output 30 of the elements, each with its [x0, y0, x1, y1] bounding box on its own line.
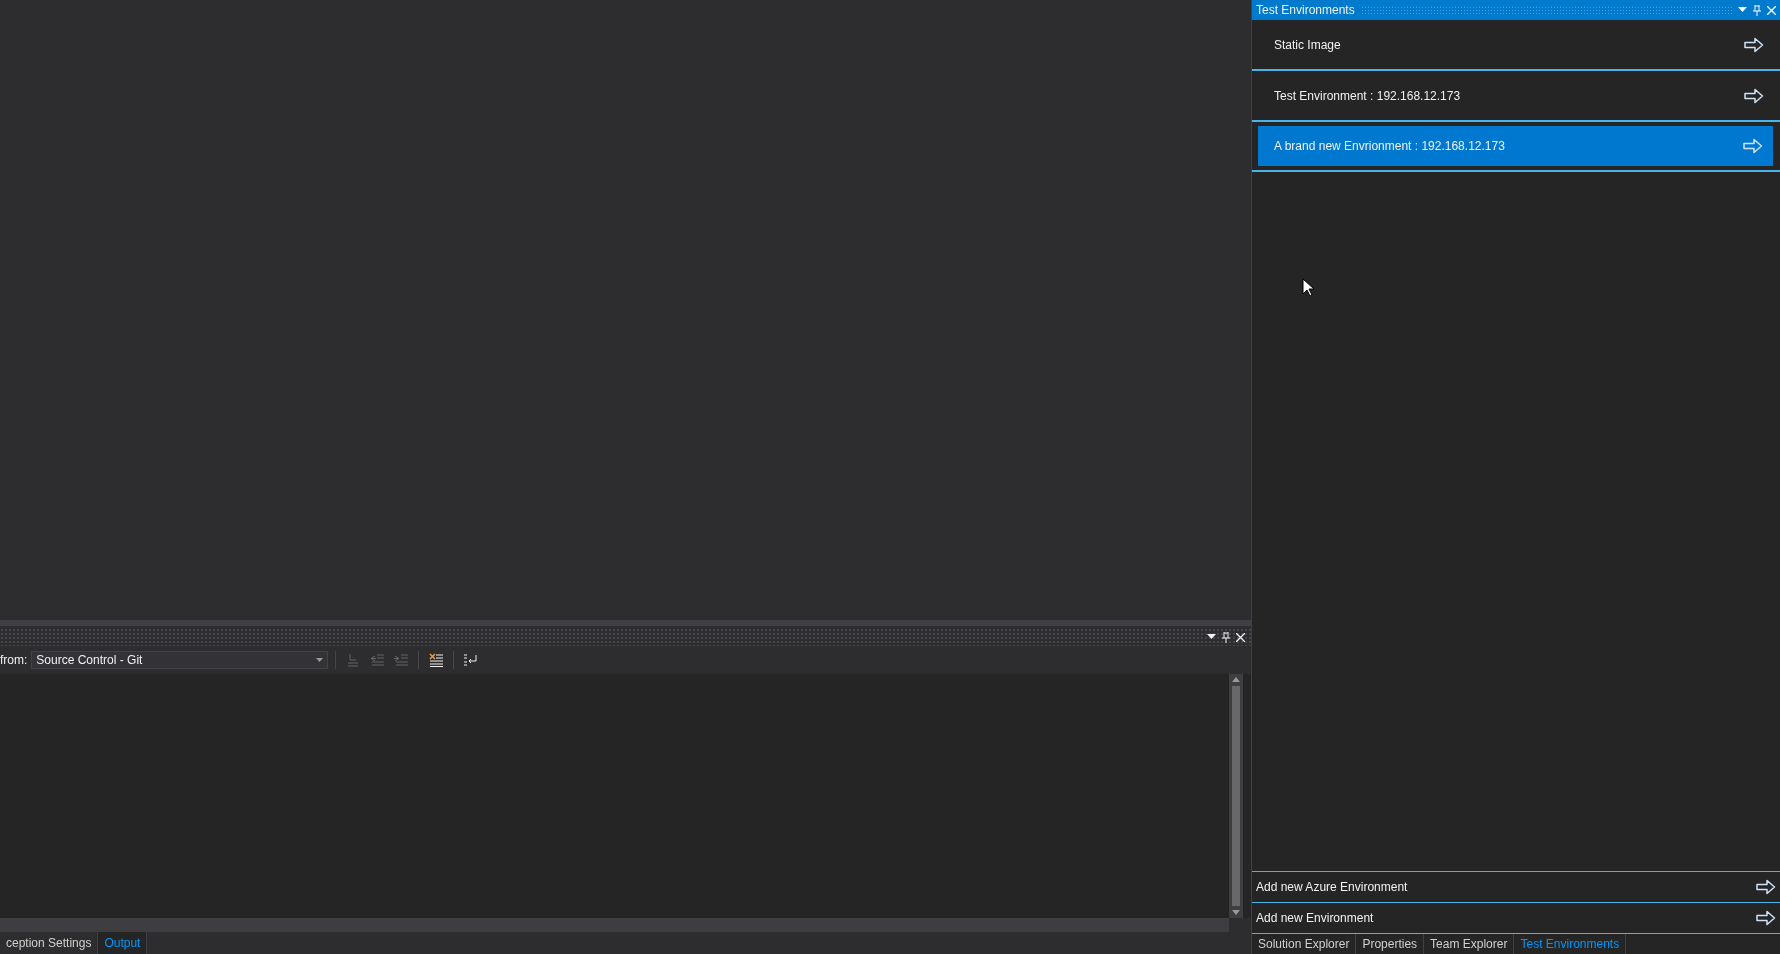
environment-item[interactable]: Static Image — [1252, 20, 1780, 71]
word-wrap-icon — [463, 653, 480, 667]
scroll-down-icon[interactable] — [1232, 910, 1240, 915]
dropdown-icon[interactable] — [1207, 634, 1216, 640]
arrow-right-icon — [1743, 138, 1763, 154]
mouse-cursor-icon — [1302, 278, 1314, 297]
close-icon[interactable] — [1236, 632, 1245, 642]
environment-item[interactable]: Test Environment : 192.168.12.173 — [1252, 71, 1780, 122]
arrow-right-icon — [1744, 36, 1764, 53]
goto-line-icon — [346, 653, 361, 667]
panel-tab[interactable]: Properties — [1356, 934, 1425, 954]
source-dropdown[interactable]: Source Control - Git — [31, 651, 329, 669]
clear-all-icon — [429, 653, 444, 667]
add-environment-button[interactable]: Add new Azure Environment — [1252, 871, 1780, 902]
scroll-up-icon[interactable] — [1232, 677, 1240, 682]
panel-title: Test Environments — [1256, 3, 1355, 17]
vertical-scrollbar[interactable] — [1229, 674, 1243, 918]
horizontal-scrollbar[interactable] — [0, 918, 1229, 932]
pin-icon[interactable] — [1222, 631, 1230, 643]
arrow-right-icon — [1756, 910, 1776, 926]
panel-tab[interactable]: Solution Explorer — [1252, 934, 1357, 954]
add-environment-button[interactable]: Add new Environment — [1252, 902, 1780, 933]
source-label: from: — [0, 653, 28, 667]
indent-icon — [394, 654, 409, 666]
panel-tab[interactable]: Output — [98, 932, 148, 954]
environment-item[interactable]: A brand new Envrionment : 192.168.12.173 — [1258, 126, 1773, 166]
outdent-icon — [370, 654, 385, 666]
caret-icon — [316, 658, 324, 662]
arrow-right-icon — [1744, 87, 1764, 104]
arrow-right-icon — [1756, 879, 1776, 895]
